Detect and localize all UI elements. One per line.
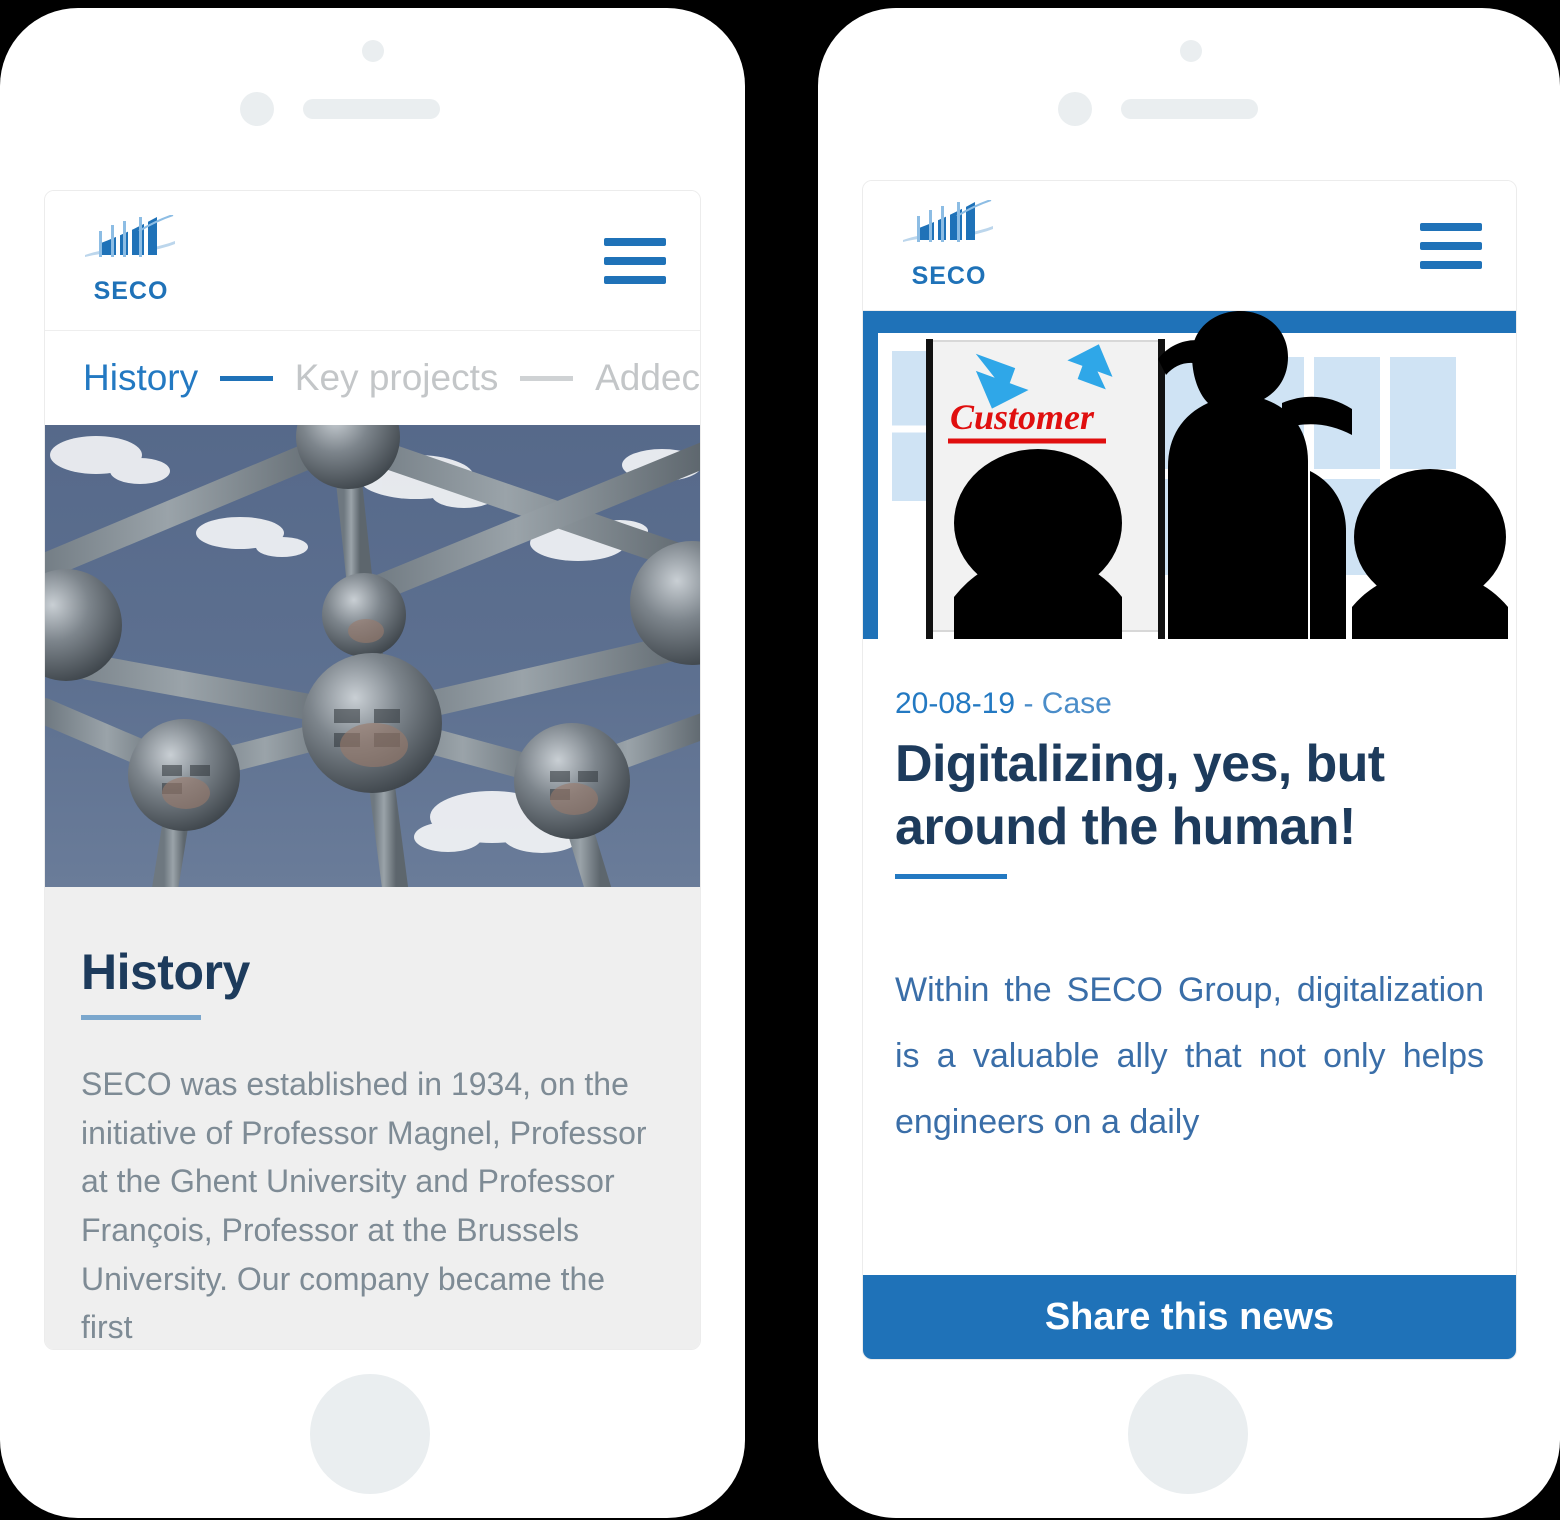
tab-key-projects[interactable]: Key projects — [295, 357, 499, 399]
hamburger-menu-icon[interactable] — [1420, 222, 1482, 269]
hamburger-bar — [1420, 241, 1482, 250]
screen-right: SECO Customer 20-08-19 - Case Digitalizi… — [862, 180, 1517, 1360]
meta-separator: - — [1023, 687, 1034, 720]
seco-logo[interactable]: SECO — [83, 215, 179, 306]
site-header-right: SECO — [863, 181, 1516, 311]
heading-underline — [81, 1015, 201, 1020]
proximity-sensor-icon — [240, 92, 274, 126]
presentation-illustration: Customer — [863, 311, 1516, 639]
tab-added-value[interactable]: Addec — [595, 357, 700, 399]
home-button[interactable] — [310, 1374, 430, 1494]
atomium-hero-image — [45, 425, 700, 887]
tab-separator — [520, 375, 574, 381]
hamburger-bar — [1420, 222, 1482, 231]
title-underline — [895, 873, 1007, 879]
history-paragraph: SECO was established in 1934, on the ini… — [81, 1066, 647, 1346]
article-hero-image: Customer — [863, 311, 1516, 639]
hamburger-bar — [604, 256, 666, 265]
article-category: Case — [1041, 687, 1112, 720]
section-tabs: History Key projects Addec — [45, 331, 700, 425]
atomium-illustration — [45, 425, 700, 887]
article-date: 20-08-19 — [895, 687, 1016, 720]
tab-separator-active — [220, 375, 273, 381]
seco-logo[interactable]: SECO — [901, 200, 997, 291]
dual-phone-mockup: SECO History Key projects Addec History … — [0, 0, 1560, 1520]
article-title: Digitalizing, yes, but around the human! — [895, 735, 1385, 857]
hamburger-bar — [604, 275, 666, 284]
hamburger-bar — [1420, 260, 1482, 269]
earpiece-speaker — [303, 99, 440, 119]
front-camera-icon — [362, 40, 384, 62]
history-section: History SECO was established in 1934, on… — [45, 887, 700, 1349]
screen-left: SECO History Key projects Addec History … — [44, 190, 701, 1350]
article-meta: 20-08-19 - Case — [895, 687, 1484, 721]
hamburger-menu-icon[interactable] — [604, 237, 666, 284]
front-camera-icon — [1180, 40, 1202, 62]
home-button[interactable] — [1128, 1374, 1248, 1494]
phone-frame-left: SECO History Key projects Addec History … — [0, 8, 745, 1518]
seco-logo-icon — [903, 200, 993, 242]
earpiece-speaker — [1121, 99, 1258, 119]
article-body: 20-08-19 - Case Digitalizing, yes, but a… — [863, 639, 1516, 1156]
site-header-left: SECO — [45, 191, 700, 331]
hamburger-bar — [604, 237, 666, 246]
article-paragraph: Within the SECO Group, digitalization is… — [895, 970, 1484, 1142]
seco-logo-icon — [85, 215, 175, 257]
share-this-news-button[interactable]: Share this news — [863, 1275, 1516, 1359]
history-heading: History — [81, 944, 250, 1000]
phone-frame-right: SECO Customer 20-08-19 - Case Digitalizi… — [818, 8, 1560, 1518]
proximity-sensor-icon — [1058, 92, 1092, 126]
seco-logo-text: SECO — [93, 277, 169, 305]
flipchart-word: Customer — [950, 397, 1095, 437]
seco-logo-text: SECO — [911, 262, 987, 290]
tab-history[interactable]: History — [83, 357, 198, 399]
